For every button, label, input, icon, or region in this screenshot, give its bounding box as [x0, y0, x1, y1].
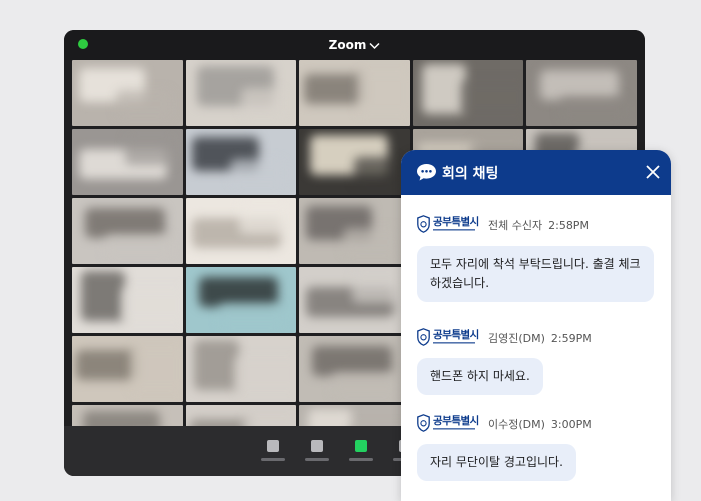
blurred-video-shape	[303, 74, 365, 104]
mute-button[interactable]	[261, 438, 285, 464]
logo-subtext	[433, 427, 475, 433]
message-text-line: 모두 자리에 착석 부탁드립니다. 출결 체크	[430, 257, 641, 271]
mute-icon	[267, 440, 279, 452]
chat-title: 회의 채팅	[442, 166, 499, 182]
logo-subtext	[433, 228, 475, 234]
shield-icon	[417, 328, 430, 346]
window-title: Zoom	[328, 38, 367, 52]
window-title-menu[interactable]: Zoom	[64, 38, 645, 53]
sender-meta: 김영진(DM) 2:59PM	[488, 330, 592, 346]
title-bar: Zoom	[64, 30, 645, 60]
message-bubble: 모두 자리에 착석 부탁드립니다. 출결 체크하겠습니다.	[417, 246, 654, 302]
share-button[interactable]	[349, 438, 373, 464]
video-icon	[311, 440, 323, 452]
message-bubble: 자리 무단이탈 경고입니다.	[417, 444, 576, 481]
message-time: 3:00PM	[550, 418, 592, 431]
chat-header: 회의 채팅	[401, 150, 671, 195]
blurred-video-shape	[129, 346, 183, 392]
blurred-video-shape	[421, 64, 466, 114]
sender-name: 전체 수신자	[488, 219, 543, 232]
participant-video-tile[interactable]	[299, 198, 410, 264]
blurred-video-shape	[238, 202, 290, 234]
toolbar-button-underline	[305, 458, 329, 461]
message-time: 2:59PM	[550, 332, 592, 345]
shield-icon	[417, 414, 430, 432]
chevron-down-icon	[369, 39, 380, 53]
blurred-video-shape	[240, 88, 286, 118]
toolbar-button-underline	[349, 458, 373, 461]
sender-logo: 공부특별시	[417, 326, 483, 350]
blurred-video-shape	[356, 70, 410, 116]
message-text-line: 핸드폰 하지 마세요.	[430, 369, 530, 383]
sender-meta: 이수정(DM) 3:00PM	[488, 416, 592, 432]
participant-video-tile[interactable]	[185, 129, 297, 195]
blurred-video-shape	[352, 271, 404, 303]
blurred-video-shape	[343, 228, 399, 256]
participant-video-tile[interactable]	[185, 198, 297, 264]
message-time: 2:58PM	[548, 219, 589, 232]
message-text-line: 하겠습니다.	[430, 276, 490, 290]
close-icon[interactable]	[645, 164, 661, 180]
participant-video-tile[interactable]	[299, 60, 410, 126]
message-bubble: 핸드폰 하지 마세요.	[417, 358, 543, 395]
blurred-video-shape	[218, 303, 286, 329]
participant-video-tile[interactable]	[185, 267, 297, 333]
blurred-video-shape	[105, 234, 172, 260]
video-button[interactable]	[305, 438, 329, 464]
participant-video-tile[interactable]	[185, 336, 297, 402]
blurred-video-shape	[116, 90, 172, 118]
participant-video-tile[interactable]	[185, 60, 297, 126]
logo-text: 공부특별시	[433, 329, 479, 341]
blurred-video-shape	[354, 157, 399, 187]
blurred-video-shape	[332, 372, 399, 398]
participant-video-tile[interactable]	[526, 60, 637, 126]
toolbar-button-underline	[261, 458, 285, 461]
chat-panel: 회의 채팅 공부특별시 전체 수신자 2:58PM 모두 자리에 착석 부탁드립니	[401, 150, 671, 501]
share-icon	[355, 440, 367, 452]
sender-name: 이수정(DM)	[488, 418, 545, 431]
chat-bubble-icon	[416, 163, 437, 182]
sender-meta: 전체 수신자 2:58PM	[488, 217, 589, 233]
participant-video-tile[interactable]	[72, 198, 183, 264]
participant-video-tile[interactable]	[299, 267, 410, 333]
blurred-video-shape	[125, 133, 176, 165]
blurred-video-shape	[229, 159, 286, 187]
blurred-video-shape	[80, 271, 126, 321]
blurred-video-shape	[194, 340, 239, 390]
message-text-line: 자리 무단이탈 경고입니다.	[430, 455, 563, 469]
blurred-video-shape	[461, 80, 524, 116]
participant-video-tile[interactable]	[299, 336, 410, 402]
sender-logo: 공부특별시	[417, 213, 483, 237]
logo-subtext	[433, 341, 475, 347]
shield-icon	[417, 215, 430, 233]
participant-video-tile[interactable]	[72, 129, 183, 195]
participant-video-tile[interactable]	[72, 267, 183, 333]
logo-text: 공부특별시	[433, 216, 479, 228]
blurred-video-shape	[559, 96, 626, 122]
blurred-video-shape	[76, 350, 138, 380]
participant-video-tile[interactable]	[412, 60, 524, 126]
logo-text: 공부특별시	[433, 415, 479, 427]
blurred-video-shape	[234, 356, 297, 392]
sender-logo: 공부특별시	[417, 412, 483, 436]
participant-video-tile[interactable]	[72, 336, 183, 402]
blurred-video-shape	[120, 287, 183, 323]
participant-video-tile[interactable]	[72, 60, 183, 126]
sender-name: 김영진(DM)	[488, 332, 545, 345]
participant-video-tile[interactable]	[299, 129, 410, 195]
